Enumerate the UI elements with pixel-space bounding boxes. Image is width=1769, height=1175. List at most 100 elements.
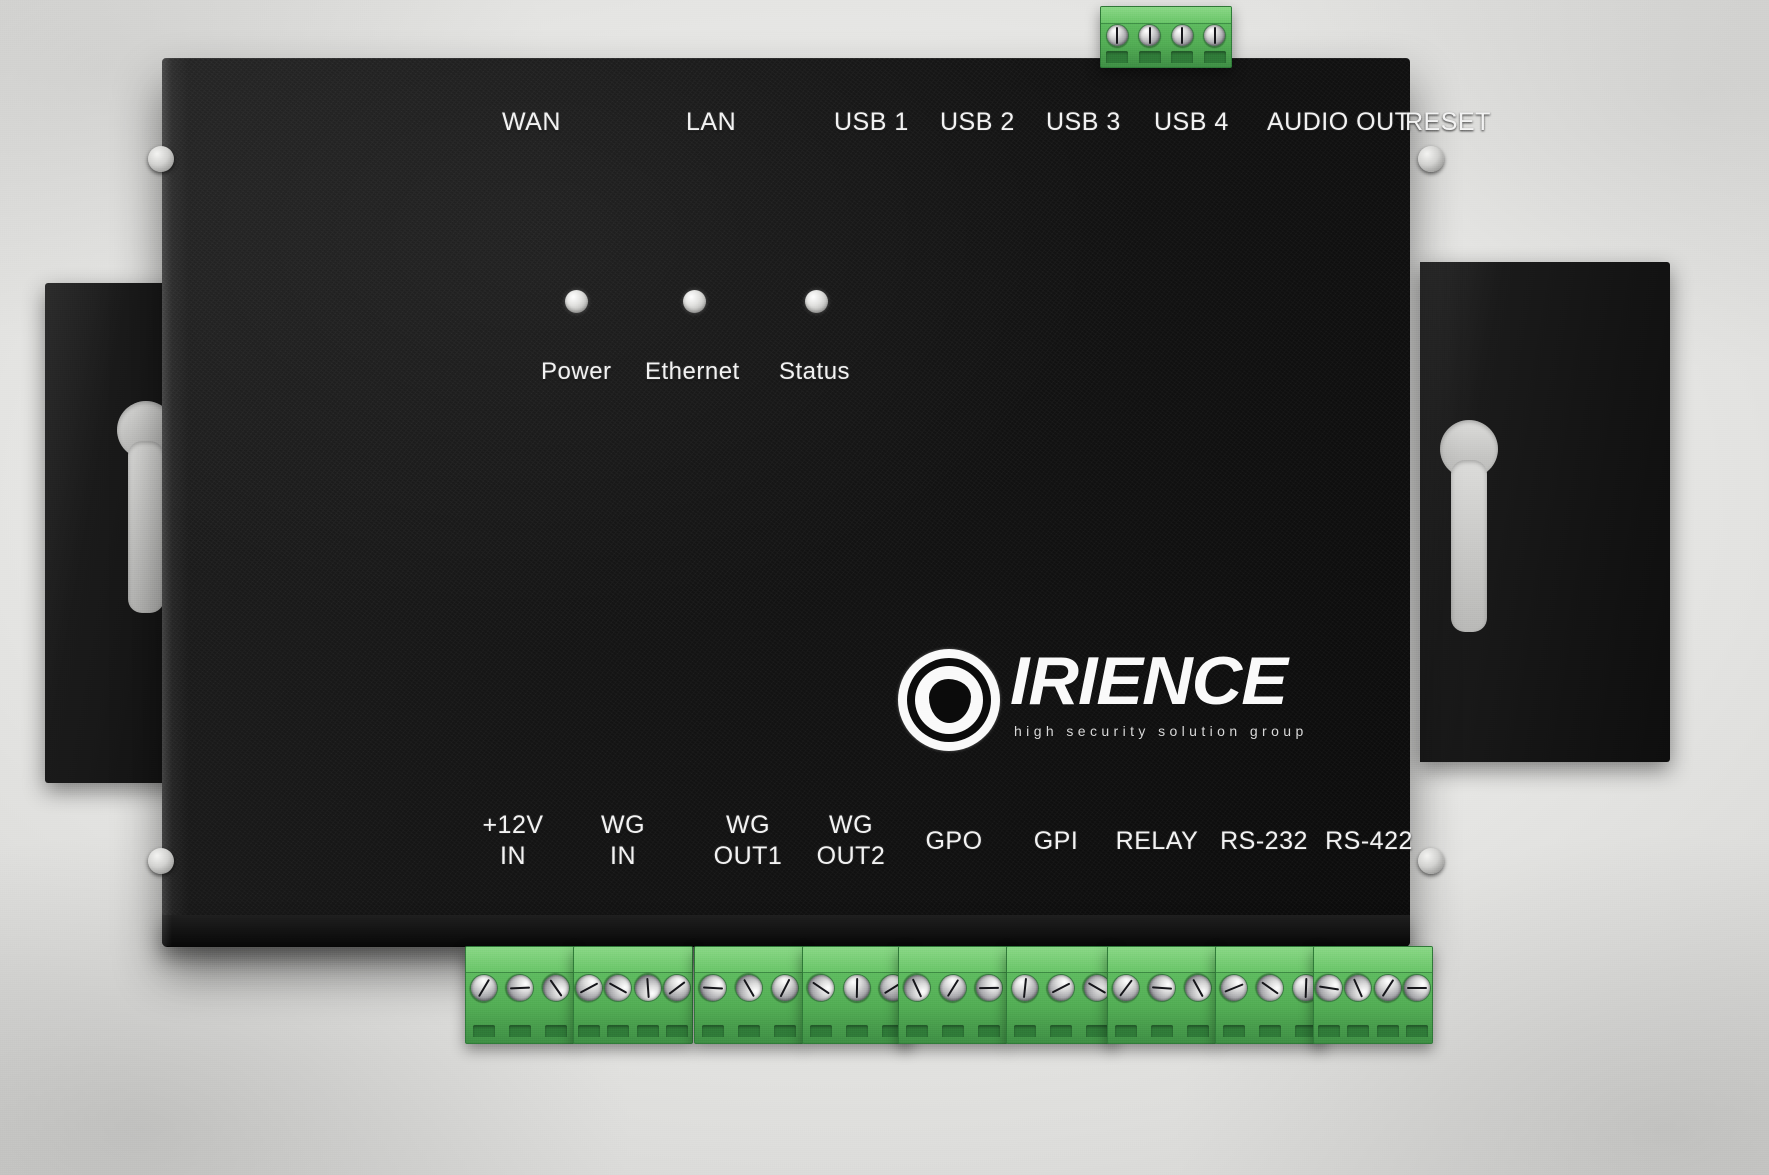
terminal-screw bbox=[1216, 969, 1253, 1007]
terminal-label-relay: RELAY bbox=[1107, 826, 1207, 857]
terminal-label-rs-422: RS-422 bbox=[1317, 826, 1421, 857]
keyhole-slot-left bbox=[128, 441, 164, 613]
terminal-foot-group bbox=[1108, 1025, 1216, 1038]
terminal-foot bbox=[577, 1025, 600, 1038]
mounting-bracket-right bbox=[1420, 262, 1670, 762]
terminal-foot bbox=[942, 1025, 964, 1038]
port-label-usb-1: USB 1 bbox=[834, 108, 909, 136]
terminal-block-5 bbox=[898, 946, 1008, 1044]
terminal-foot bbox=[702, 1025, 724, 1038]
terminal-foot-group bbox=[695, 1025, 803, 1038]
enclosure-bottom-chamfer bbox=[162, 915, 1410, 947]
terminal-block-top-rail bbox=[1101, 7, 1231, 24]
terminal-label-line1: RS-232 bbox=[1220, 827, 1308, 855]
terminal-foot bbox=[1259, 1025, 1281, 1038]
terminal-screw bbox=[1203, 23, 1227, 47]
terminal-label-rs-232: RS-232 bbox=[1212, 826, 1316, 857]
terminal-foot-group bbox=[803, 1025, 911, 1038]
terminal-foot-group bbox=[1007, 1025, 1115, 1038]
led-ethernet bbox=[683, 290, 706, 313]
terminal-foot bbox=[774, 1025, 796, 1038]
terminal-label-line1: RS-422 bbox=[1325, 827, 1413, 855]
led-label-power: Power bbox=[541, 358, 612, 385]
case-screw-3 bbox=[1418, 146, 1444, 172]
terminal-foot bbox=[1376, 1025, 1399, 1038]
terminal-block-top-rail bbox=[1216, 947, 1324, 973]
terminal-screw bbox=[974, 973, 1004, 1003]
terminal-block-8 bbox=[1215, 946, 1325, 1044]
terminal-foot-group bbox=[899, 1025, 1007, 1038]
terminal-block-6 bbox=[1006, 946, 1116, 1044]
terminal-screw bbox=[505, 973, 535, 1003]
terminal-screw-group bbox=[466, 968, 574, 1008]
terminal-screw bbox=[1368, 968, 1408, 1008]
terminal-label-line1: WG bbox=[725, 811, 771, 839]
terminal-screw bbox=[466, 968, 504, 1008]
terminal-foot bbox=[1050, 1025, 1072, 1038]
terminal-screw-group bbox=[1216, 968, 1324, 1008]
terminal-label--12vin: +12V IN bbox=[467, 810, 559, 871]
terminal-screw bbox=[1105, 23, 1129, 47]
terminal-label-wgin: WG IN bbox=[577, 810, 669, 871]
terminal-block-4 bbox=[802, 946, 912, 1044]
terminal-label-line1: WG bbox=[600, 811, 646, 839]
port-label-lan: LAN bbox=[686, 108, 737, 136]
terminal-block-7 bbox=[1107, 946, 1217, 1044]
terminal-block-top-rail bbox=[574, 947, 692, 973]
terminal-screw bbox=[574, 968, 608, 1007]
terminal-label-line2: IN bbox=[500, 841, 526, 870]
terminal-screw-group bbox=[1108, 968, 1216, 1008]
terminal-block-top-connector bbox=[1100, 6, 1232, 68]
terminal-screw bbox=[1178, 968, 1216, 1007]
terminal-label-gpi: GPI bbox=[1014, 826, 1098, 857]
case-screw-4 bbox=[1418, 848, 1444, 874]
terminal-foot bbox=[1115, 1025, 1137, 1038]
port-label-usb-3: USB 3 bbox=[1046, 108, 1121, 136]
terminal-screw bbox=[933, 968, 973, 1008]
terminal-block-3 bbox=[694, 946, 804, 1044]
terminal-foot bbox=[1347, 1025, 1370, 1038]
terminal-label-line2: IN bbox=[610, 841, 636, 870]
terminal-foot bbox=[810, 1025, 832, 1038]
terminal-block-top-rail bbox=[1314, 947, 1432, 973]
terminal-block-9 bbox=[1313, 946, 1433, 1044]
terminal-foot-group bbox=[574, 1025, 692, 1038]
terminal-screw bbox=[1108, 968, 1146, 1008]
terminal-foot bbox=[509, 1025, 531, 1038]
port-label-audio-out: AUDIO OUT bbox=[1267, 108, 1411, 136]
port-label-wan: WAN bbox=[502, 108, 561, 136]
terminal-foot-group bbox=[1216, 1025, 1324, 1038]
terminal-foot bbox=[906, 1025, 928, 1038]
terminal-foot bbox=[607, 1025, 630, 1038]
terminal-screw bbox=[1250, 968, 1290, 1008]
terminal-foot bbox=[846, 1025, 868, 1038]
terminal-screw-group bbox=[695, 968, 803, 1007]
terminal-screw bbox=[766, 969, 803, 1007]
terminal-block-top-rail bbox=[1108, 947, 1216, 973]
keyhole-slot-right bbox=[1451, 460, 1487, 632]
terminal-screw bbox=[632, 972, 663, 1003]
led-label-status: Status bbox=[779, 358, 851, 385]
terminal-foot bbox=[473, 1025, 495, 1038]
brand-name: IRIENCE bbox=[1010, 643, 1288, 719]
terminal-screw bbox=[1009, 972, 1041, 1004]
terminal-foot bbox=[545, 1025, 567, 1038]
terminal-foot bbox=[1317, 1025, 1340, 1038]
terminal-screw-group bbox=[803, 968, 911, 1008]
terminal-foot bbox=[978, 1025, 1000, 1038]
terminal-foot bbox=[1138, 51, 1161, 64]
led-label-ethernet: Ethernet bbox=[645, 358, 740, 385]
terminal-foot bbox=[1106, 51, 1129, 64]
terminal-label-line1: RELAY bbox=[1115, 827, 1199, 855]
terminal-foot bbox=[1086, 1025, 1108, 1038]
terminal-screw bbox=[1339, 969, 1377, 1007]
terminal-label-line1: WG bbox=[828, 811, 874, 839]
terminal-screw bbox=[599, 968, 638, 1007]
terminal-label-line1: GPI bbox=[1033, 827, 1079, 855]
iris-pupil-shape bbox=[929, 679, 971, 723]
terminal-foot bbox=[666, 1025, 689, 1038]
terminal-label-line2: OUT2 bbox=[816, 841, 886, 870]
terminal-foot bbox=[738, 1025, 760, 1038]
terminal-block-top-rail bbox=[466, 947, 574, 973]
terminal-screw bbox=[842, 973, 872, 1003]
